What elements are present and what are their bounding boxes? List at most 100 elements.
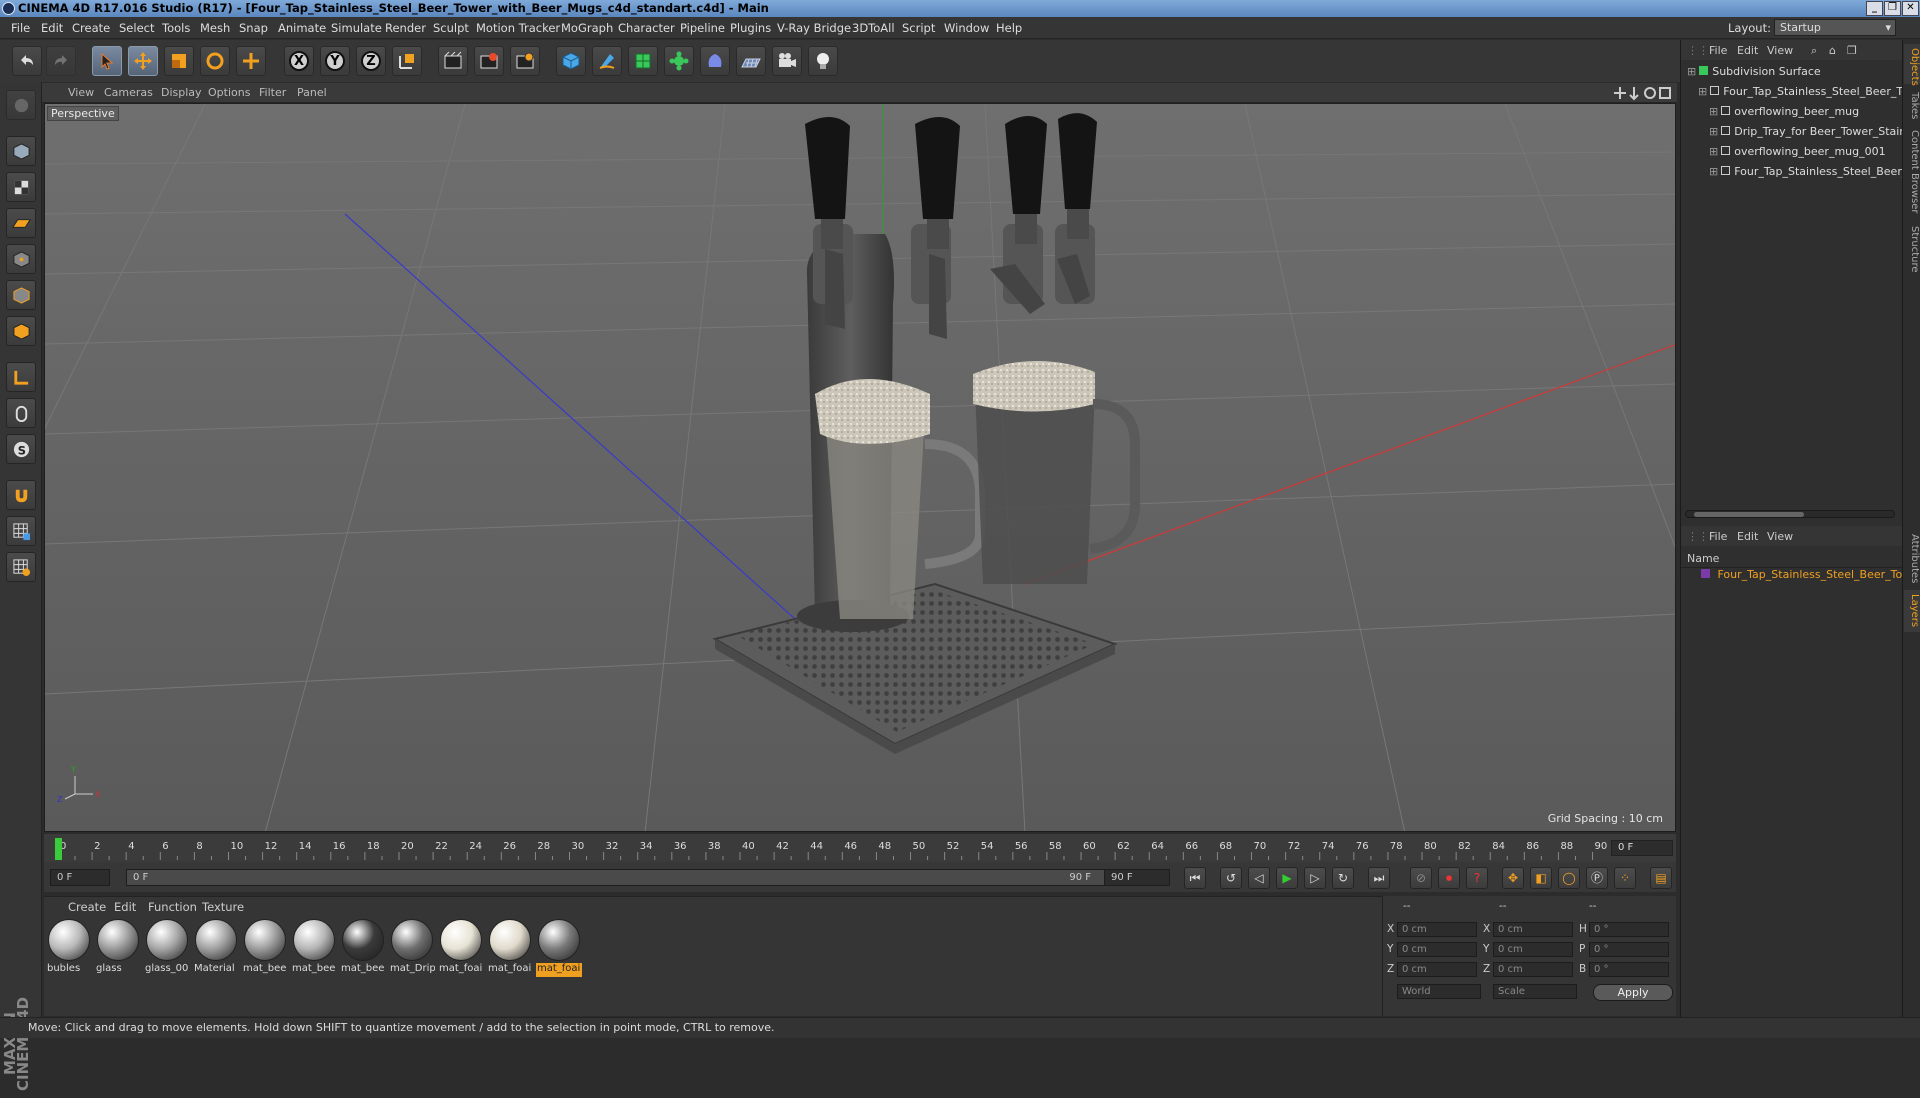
menu-character[interactable]: Character: [618, 21, 675, 35]
layout-dropdown[interactable]: Startup ▾: [1774, 19, 1896, 36]
expand-icon[interactable]: ⊞: [1698, 85, 1707, 98]
apply-button[interactable]: Apply: [1593, 984, 1673, 1001]
go-to-start-button[interactable]: ⏮: [1184, 867, 1206, 889]
viewport-menu-display[interactable]: Display: [161, 86, 202, 99]
edges-mode-button[interactable]: [6, 280, 36, 310]
go-to-end-button[interactable]: ⏭: [1368, 867, 1390, 889]
parameter-track-button[interactable]: Ⓟ: [1586, 867, 1608, 889]
object-tree-row[interactable]: ⊞ overflowing_beer_mug_001: [1681, 142, 1903, 161]
pos-z-field[interactable]: 0 cm: [1397, 962, 1477, 977]
next-keyframe-button[interactable]: ↻: [1332, 867, 1354, 889]
menu-snap[interactable]: Snap: [239, 21, 268, 35]
viewport-navigation-icons[interactable]: [1612, 85, 1672, 101]
perspective-viewport[interactable]: Y X Z Perspective Grid Spacing : 10 cm: [44, 103, 1676, 832]
playhead[interactable]: [55, 838, 62, 860]
object-menu-file[interactable]: File: [1709, 44, 1727, 57]
pen-button[interactable]: [592, 46, 622, 76]
redo-button[interactable]: [46, 46, 76, 76]
tab-takes[interactable]: Takes: [1904, 88, 1920, 122]
menu-script[interactable]: Script: [902, 21, 935, 35]
menu-plugins[interactable]: Plugins: [730, 21, 771, 35]
subdivision-surface-button[interactable]: [628, 46, 658, 76]
size-y-field[interactable]: 0 cm: [1493, 942, 1573, 957]
points-mode-button[interactable]: [6, 244, 36, 274]
home-icon[interactable]: ⌂: [1829, 44, 1836, 57]
object-tree-row[interactable]: ⊞ Four_Tap_Stainless_Steel_Beer_Tc: [1681, 82, 1907, 101]
scrollbar-thumb[interactable]: [1694, 512, 1804, 517]
material-item[interactable]: bubles: [46, 919, 92, 977]
object-tree-row[interactable]: ⊞ Subdivision Surface: [1681, 62, 1903, 81]
object-menu-view[interactable]: View: [1767, 44, 1793, 57]
texture-mode-button[interactable]: [6, 172, 36, 202]
object-menu-edit[interactable]: Edit: [1737, 44, 1758, 57]
viewport-menu-panel[interactable]: Panel: [297, 86, 327, 99]
rot-h-field[interactable]: 0 °: [1589, 922, 1669, 937]
deformer-button[interactable]: [700, 46, 730, 76]
render-view-button[interactable]: [438, 46, 468, 76]
y-axis-lock-button[interactable]: Y: [320, 46, 350, 76]
timeline-scale[interactable]: 0 2 4 6 8 10 12 14 16 18 20 22 24 26 28 30 32 34 36 38 40 42 4…: [52, 838, 1607, 862]
pos-y-field[interactable]: 0 cm: [1397, 942, 1477, 957]
lock-workplane-button[interactable]: [6, 516, 36, 546]
menu-file[interactable]: File: [11, 21, 30, 35]
start-frame-field[interactable]: 0 F: [50, 869, 110, 886]
camera-button[interactable]: [772, 46, 802, 76]
render-picture-viewer-button[interactable]: [474, 46, 504, 76]
size-x-field[interactable]: 0 cm: [1493, 922, 1573, 937]
material-item[interactable]: mat_bee: [242, 919, 288, 977]
menu-tools[interactable]: Tools: [162, 21, 190, 35]
material-item[interactable]: mat_foai: [536, 919, 582, 977]
material-menu-function[interactable]: Function: [148, 900, 197, 914]
render-settings-button[interactable]: [510, 46, 540, 76]
scale-tool-button[interactable]: [164, 46, 194, 76]
cloner-button[interactable]: [664, 46, 694, 76]
close-button[interactable]: ✕: [1902, 1, 1919, 16]
workplane-mode-button[interactable]: [6, 208, 36, 238]
menu-help[interactable]: Help: [996, 21, 1022, 35]
layer-menu-file[interactable]: File: [1709, 530, 1727, 543]
layer-menu-view[interactable]: View: [1767, 530, 1793, 543]
tweak-mode-button[interactable]: [6, 398, 36, 428]
tab-attributes[interactable]: Attributes: [1904, 530, 1920, 586]
viewport-menu-filter[interactable]: Filter: [259, 86, 286, 99]
object-tree-scrollbar[interactable]: [1685, 510, 1895, 518]
keyframe-selection-button[interactable]: ?: [1466, 867, 1488, 889]
menu-render[interactable]: Render: [385, 21, 426, 35]
record-keys-button[interactable]: ⊘: [1410, 867, 1432, 889]
expand-icon[interactable]: ⊞: [1709, 145, 1718, 158]
live-select-button[interactable]: [236, 46, 266, 76]
menu-motion-tracker[interactable]: Motion Tracker: [476, 21, 560, 35]
material-item[interactable]: mat_Drip: [389, 919, 435, 977]
rotation-track-button[interactable]: ◯: [1558, 867, 1580, 889]
axis-mode-button[interactable]: [6, 362, 36, 392]
new-window-icon[interactable]: ❐: [1847, 44, 1857, 57]
viewport-menu-cameras[interactable]: Cameras: [104, 86, 153, 99]
expand-icon[interactable]: ⊞: [1709, 125, 1718, 138]
end-frame-field[interactable]: 90 F: [1104, 869, 1170, 886]
menu-animate[interactable]: Animate: [278, 21, 326, 35]
expand-icon[interactable]: ⊞: [1709, 105, 1718, 118]
model-mode-button[interactable]: [6, 136, 36, 166]
frame-range-slider[interactable]: 0 F 90 F: [126, 869, 1106, 886]
light-button[interactable]: [808, 46, 838, 76]
menu-edit[interactable]: Edit: [41, 21, 63, 35]
play-button[interactable]: ▶: [1276, 867, 1298, 889]
material-menu-texture[interactable]: Texture: [202, 900, 244, 914]
viewport-menu-view[interactable]: View: [68, 86, 94, 99]
position-track-button[interactable]: ✥: [1502, 867, 1524, 889]
menu-create[interactable]: Create: [72, 21, 110, 35]
cube-button[interactable]: [556, 46, 586, 76]
layer-name-column-header[interactable]: Name: [1681, 550, 1903, 568]
autokey-button[interactable]: ⏺: [1438, 867, 1460, 889]
undo-button[interactable]: [12, 46, 42, 76]
tab-layers[interactable]: Layers: [1904, 590, 1920, 632]
tab-content-browser[interactable]: Content Browser: [1904, 126, 1920, 218]
rot-b-field[interactable]: 0 °: [1589, 962, 1669, 977]
timeline-window-button[interactable]: ▤: [1650, 867, 1672, 889]
pos-x-field[interactable]: 0 cm: [1397, 922, 1477, 937]
minimize-button[interactable]: _: [1866, 1, 1883, 16]
menu-window[interactable]: Window: [944, 21, 989, 35]
material-item[interactable]: mat_foai: [487, 919, 533, 977]
make-editable-button[interactable]: [6, 90, 36, 120]
scale-track-button[interactable]: ◧: [1530, 867, 1552, 889]
